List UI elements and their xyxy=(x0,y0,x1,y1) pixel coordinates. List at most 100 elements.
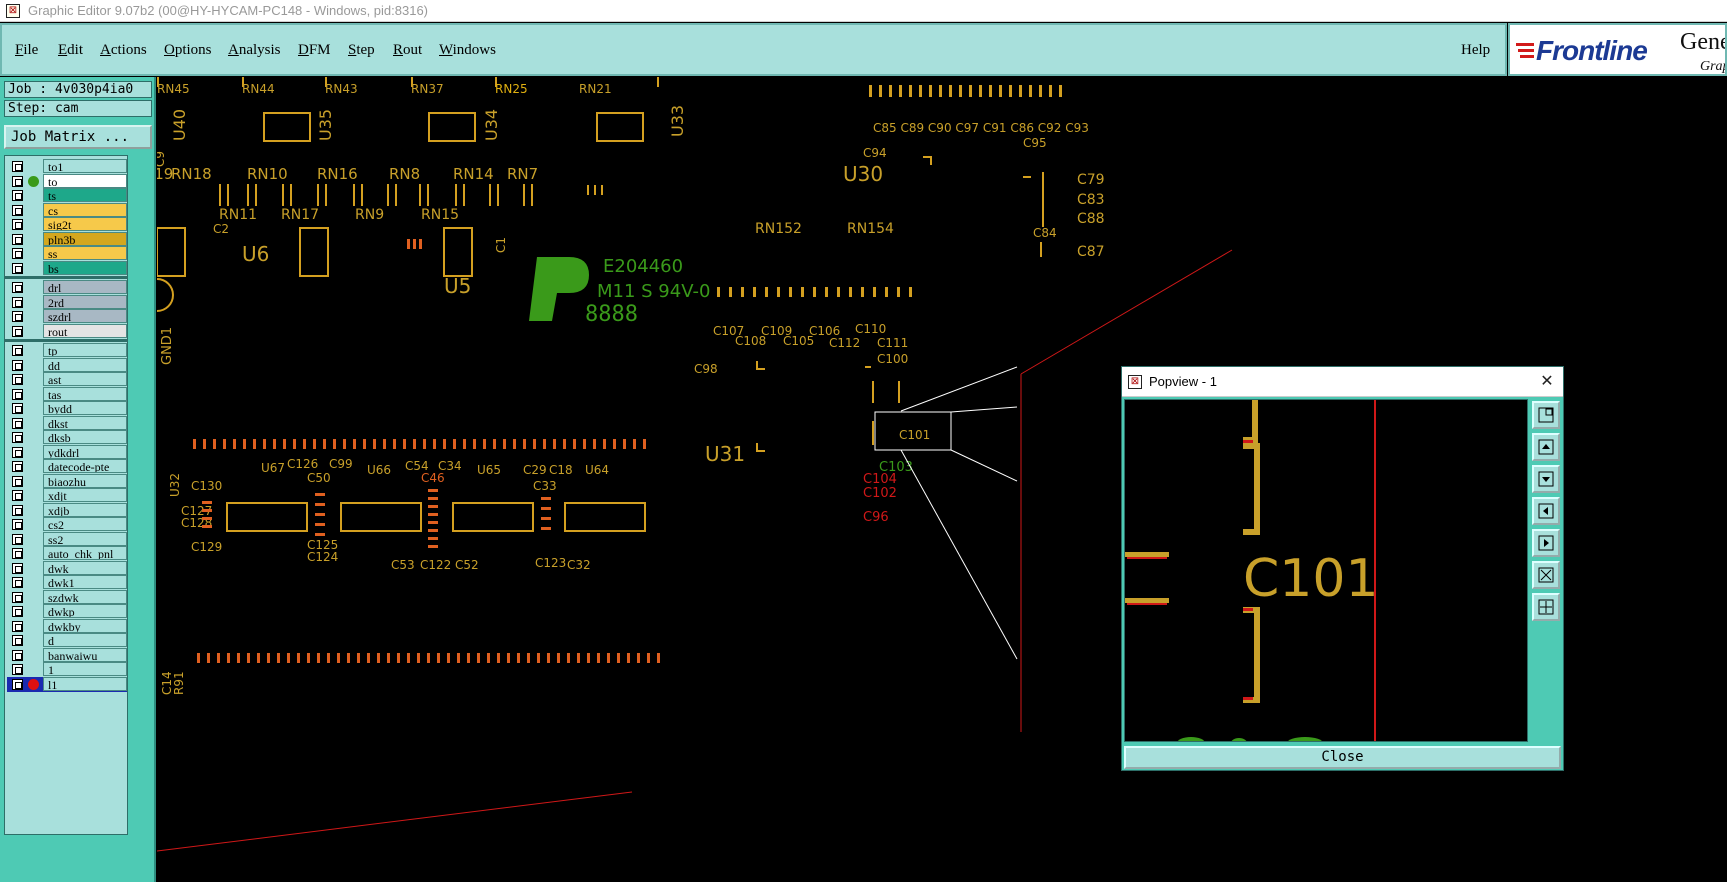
layer-row[interactable]: drl xyxy=(7,280,127,295)
layer-row[interactable]: pln3b xyxy=(7,231,127,247)
layer-row[interactable]: banwaiwu xyxy=(7,647,127,663)
layer-row[interactable]: cs2 xyxy=(7,517,127,532)
layer-checkbox[interactable] xyxy=(12,591,23,603)
layer-name[interactable]: biaozhu xyxy=(43,473,127,488)
layer-checkbox[interactable] xyxy=(12,417,23,429)
layer-checkbox[interactable] xyxy=(12,403,23,414)
layer-row[interactable]: ss xyxy=(7,246,127,261)
menu-actions[interactable]: Actions xyxy=(100,42,147,59)
layer-name[interactable]: szdrl xyxy=(43,309,127,323)
layer-name[interactable]: sig2t xyxy=(43,217,127,231)
layer-checkbox[interactable] xyxy=(12,620,23,632)
layer-row[interactable]: xdjt xyxy=(7,488,127,503)
layer-checkbox[interactable] xyxy=(12,204,23,216)
layer-name[interactable]: dksb xyxy=(43,430,127,444)
layer-row[interactable]: l1 xyxy=(7,676,127,692)
pan-left-icon[interactable] xyxy=(1532,497,1560,525)
layer-row[interactable]: sig2t xyxy=(7,217,127,232)
layer-checkbox[interactable] xyxy=(12,296,23,308)
layer-checkbox[interactable] xyxy=(12,606,23,617)
layer-row[interactable]: dksb xyxy=(7,430,127,445)
layer-name[interactable]: banwaiwu xyxy=(43,647,127,662)
layer-checkbox[interactable] xyxy=(12,248,23,259)
layer-row[interactable]: ts xyxy=(7,188,127,203)
layer-name[interactable]: 1 xyxy=(43,662,127,676)
menu-options[interactable]: Options xyxy=(164,42,212,59)
menu-help[interactable]: Help xyxy=(1461,42,1490,59)
job-matrix-button[interactable]: Job Matrix ... xyxy=(4,125,152,149)
layer-name[interactable]: to xyxy=(43,173,127,188)
layer-name[interactable]: ss2 xyxy=(43,531,127,546)
layer-checkbox[interactable] xyxy=(12,490,23,501)
layer-row[interactable]: szdwk xyxy=(7,589,127,605)
layer-name[interactable]: bs xyxy=(43,260,127,275)
layer-row[interactable]: tp xyxy=(7,343,127,358)
layer-checkbox[interactable] xyxy=(12,262,23,274)
layer-row[interactable]: biaozhu xyxy=(7,473,127,489)
layer-checkbox[interactable] xyxy=(12,374,23,385)
layer-name[interactable]: tp xyxy=(43,343,127,357)
layer-row[interactable]: dkst xyxy=(7,415,127,431)
layer-row[interactable]: to xyxy=(7,173,127,189)
layer-checkbox[interactable] xyxy=(12,664,23,675)
layer-name[interactable]: d xyxy=(43,633,127,647)
layer-row[interactable]: bydd xyxy=(7,401,127,416)
layer-name[interactable]: dd xyxy=(43,357,127,372)
layer-name[interactable]: dwkby xyxy=(43,618,127,633)
layer-name[interactable]: rout xyxy=(43,323,127,338)
zoom-window-icon[interactable] xyxy=(1532,401,1560,429)
layer-name[interactable]: auto_chk_pnl xyxy=(43,546,127,560)
layer-checkbox[interactable] xyxy=(12,190,23,201)
layer-checkbox[interactable] xyxy=(12,311,23,322)
zoom-fit-icon[interactable] xyxy=(1532,561,1560,589)
layer-name[interactable]: cs xyxy=(43,202,127,217)
layer-name[interactable]: szdwk xyxy=(43,589,127,604)
layer-row[interactable]: xdjb xyxy=(7,502,127,518)
layer-row[interactable]: 1 xyxy=(7,662,127,677)
layer-row[interactable]: dwk xyxy=(7,560,127,576)
menu-edit[interactable]: Edit xyxy=(58,42,83,59)
layer-name[interactable]: ts xyxy=(43,188,127,202)
zoom-home-icon[interactable] xyxy=(1532,593,1560,621)
layer-name[interactable]: pln3b xyxy=(43,231,127,246)
layer-name[interactable]: cs2 xyxy=(43,517,127,531)
layer-name[interactable]: ss xyxy=(43,246,127,260)
pan-up-icon[interactable] xyxy=(1532,433,1560,461)
menu-windows[interactable]: Windows xyxy=(439,42,496,59)
layer-checkbox[interactable] xyxy=(12,533,23,545)
layer-checkbox[interactable] xyxy=(12,432,23,443)
layer-row[interactable]: to1 xyxy=(7,159,127,174)
layer-name[interactable]: to1 xyxy=(43,159,127,173)
layer-checkbox[interactable] xyxy=(12,219,23,230)
layer-row[interactable]: ydkdrl xyxy=(7,444,127,460)
layer-row[interactable]: dd xyxy=(7,357,127,373)
menu-analysis[interactable]: Analysis xyxy=(228,42,281,59)
popview-canvas[interactable]: C101 xyxy=(1124,399,1528,742)
layer-checkbox[interactable] xyxy=(12,446,23,458)
layer-checkbox[interactable] xyxy=(12,233,23,245)
menu-rout[interactable]: Rout xyxy=(393,42,422,59)
layer-row[interactable]: datecode-pte xyxy=(7,459,127,474)
layer-name[interactable]: drl xyxy=(43,280,127,294)
layer-name[interactable]: l1 xyxy=(43,676,127,691)
layer-checkbox[interactable] xyxy=(12,548,23,559)
layer-row[interactable]: cs xyxy=(7,202,127,218)
layer-checkbox[interactable] xyxy=(12,562,23,574)
layer-checkbox[interactable] xyxy=(12,577,23,588)
layer-name[interactable]: bydd xyxy=(43,401,127,415)
layer-checkbox[interactable] xyxy=(12,504,23,516)
layer-name[interactable]: dkst xyxy=(43,415,127,430)
layer-checkbox[interactable] xyxy=(12,359,23,371)
layer-name[interactable]: dwk xyxy=(43,560,127,575)
layer-checkbox[interactable] xyxy=(12,161,23,172)
layer-name[interactable]: ast xyxy=(43,372,127,386)
layer-checkbox[interactable] xyxy=(12,519,23,530)
layer-name[interactable]: ydkdrl xyxy=(43,444,127,459)
layer-name[interactable]: xdjt xyxy=(43,488,127,502)
popview-close-button[interactable]: Close xyxy=(1124,746,1561,769)
layer-name[interactable]: xdjb xyxy=(43,502,127,517)
layer-row[interactable]: bs xyxy=(7,260,127,276)
layer-row[interactable]: dwk1 xyxy=(7,575,127,590)
pan-right-icon[interactable] xyxy=(1532,529,1560,557)
layer-checkbox[interactable] xyxy=(12,475,23,487)
